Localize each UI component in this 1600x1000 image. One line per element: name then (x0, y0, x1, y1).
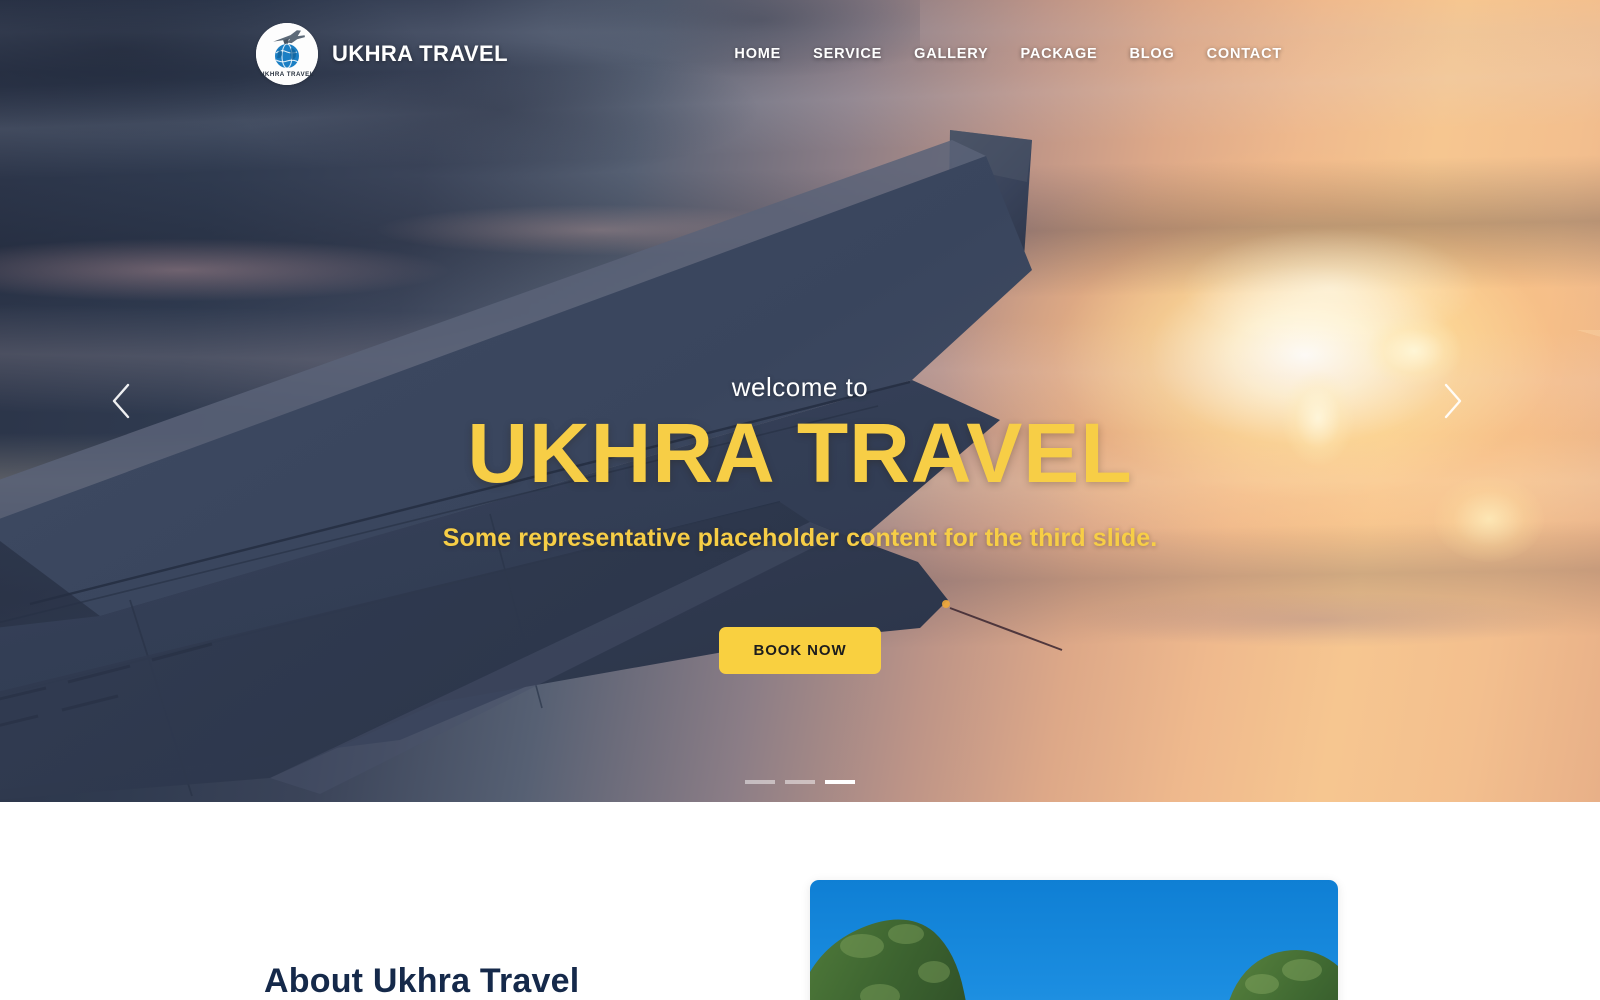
hero-caption: welcome to UKHRA TRAVEL Some representat… (0, 372, 1600, 675)
nav-item-gallery[interactable]: GALLERY (898, 46, 1004, 62)
carousel-indicator-2[interactable] (785, 780, 815, 784)
nav-item-blog[interactable]: BLOG (1114, 46, 1191, 62)
about-image (810, 880, 1338, 1000)
carousel-indicator-1[interactable] (745, 780, 775, 784)
hero-subtitle: Some representative placeholder content … (442, 524, 1158, 553)
about-heading: About Ukhra Travel (264, 962, 580, 1000)
carousel-indicator-3[interactable] (825, 780, 855, 784)
hero-eyebrow: welcome to (731, 372, 869, 402)
hero-carousel: UKHRA TRAVEL UKHRA TRAVEL HOME SERVICE G… (0, 0, 1600, 802)
nav-item-service[interactable]: SERVICE (797, 46, 898, 62)
about-section: About Ukhra Travel (0, 802, 1600, 1000)
hero-title: UKHRA TRAVEL (467, 406, 1133, 500)
svg-text:UKHRA TRAVEL: UKHRA TRAVEL (260, 71, 314, 78)
carousel-indicators (0, 780, 1600, 784)
nav-item-package[interactable]: PACKAGE (1004, 46, 1113, 62)
nav-item-home[interactable]: HOME (718, 46, 797, 62)
globe-airplane-logo-icon: UKHRA TRAVEL (256, 23, 318, 85)
navbar: UKHRA TRAVEL UKHRA TRAVEL HOME SERVICE G… (0, 0, 1600, 108)
book-now-button[interactable]: BOOK NOW (719, 627, 881, 675)
lit-cloud-deck (0, 150, 1060, 350)
nav-item-contact[interactable]: CONTACT (1191, 46, 1298, 62)
brand-name: UKHRA TRAVEL (332, 41, 508, 66)
brand-logo[interactable]: UKHRA TRAVEL UKHRA TRAVEL (256, 23, 508, 85)
main-navigation: HOME SERVICE GALLERY PACKAGE BLOG CONTAC… (718, 46, 1546, 62)
